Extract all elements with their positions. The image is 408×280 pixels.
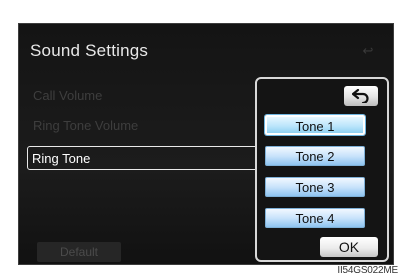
tone-2-button[interactable]: Tone 2 [265, 146, 365, 166]
default-button[interactable]: Default [37, 242, 121, 262]
figure-caption: II54GS022ME [337, 265, 398, 276]
ok-button[interactable]: OK [320, 237, 378, 257]
title-back-icon: ↩ [362, 43, 374, 58]
menu-item-ring-tone-volume[interactable]: Ring Tone Volume [29, 116, 265, 136]
page-title: Sound Settings [30, 41, 149, 60]
tone-1-button[interactable]: Tone 1 [265, 115, 365, 135]
ring-tone-popup: Tone 1 Tone 2 Tone 3 Tone 4 OK [255, 77, 389, 262]
tone-4-button[interactable]: Tone 4 [265, 208, 365, 228]
tone-3-button[interactable]: Tone 3 [265, 177, 365, 197]
back-button[interactable] [344, 86, 378, 106]
display-frame: Sound Settings ↩ Call Volume Ring Tone V… [18, 23, 394, 265]
back-arrow-icon [352, 89, 369, 103]
menu-item-call-volume[interactable]: Call Volume [29, 86, 265, 106]
sound-settings-screen: Sound Settings ↩ Call Volume Ring Tone V… [19, 24, 393, 264]
menu-item-ring-tone[interactable]: Ring Tone [27, 146, 263, 170]
